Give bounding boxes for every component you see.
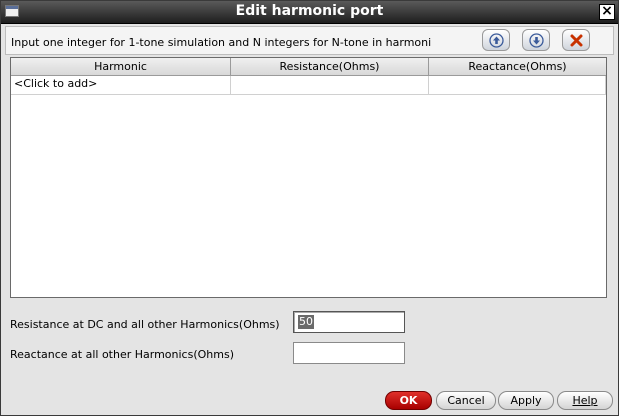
reactance-label: Reactance at all other Harmonics(Ohms) xyxy=(10,348,234,361)
close-icon: × xyxy=(601,3,613,19)
title-bar[interactable]: Edit harmonic port × xyxy=(1,1,618,24)
column-header-resistance[interactable]: Resistance(Ohms) xyxy=(231,58,429,75)
ok-button[interactable]: OK xyxy=(385,391,432,410)
move-up-button[interactable] xyxy=(482,29,510,51)
table-header: Harmonic Resistance(Ohms) Reactance(Ohms… xyxy=(11,58,606,76)
cell-harmonic[interactable]: <Click to add> xyxy=(11,76,231,94)
arrow-up-icon xyxy=(489,33,504,48)
reactance-input[interactable] xyxy=(293,342,405,364)
close-window-button[interactable]: × xyxy=(599,4,615,20)
resistance-value: 50 xyxy=(298,315,314,329)
x-delete-icon xyxy=(570,34,583,47)
harmonic-table[interactable]: Harmonic Resistance(Ohms) Reactance(Ohms… xyxy=(10,57,607,298)
column-header-reactance[interactable]: Reactance(Ohms) xyxy=(429,58,606,75)
table-row[interactable]: <Click to add> xyxy=(11,76,606,95)
resistance-label: Resistance at DC and all other Harmonics… xyxy=(10,318,280,331)
window-title: Edit harmonic port xyxy=(235,3,384,19)
move-down-button[interactable] xyxy=(522,29,550,51)
help-button[interactable]: Help xyxy=(557,391,613,410)
cell-reactance[interactable] xyxy=(429,76,606,94)
apply-button[interactable]: Apply xyxy=(498,391,554,410)
column-header-harmonic[interactable]: Harmonic xyxy=(11,58,231,75)
delete-button[interactable] xyxy=(562,29,590,51)
resistance-input[interactable]: 50 xyxy=(293,311,405,333)
arrow-down-icon xyxy=(529,33,544,48)
instruction-text: Input one integer for 1-tone simulation … xyxy=(11,36,431,49)
cell-resistance[interactable] xyxy=(231,76,429,94)
help-label: Help xyxy=(572,394,598,407)
cancel-button[interactable]: Cancel xyxy=(436,391,496,410)
